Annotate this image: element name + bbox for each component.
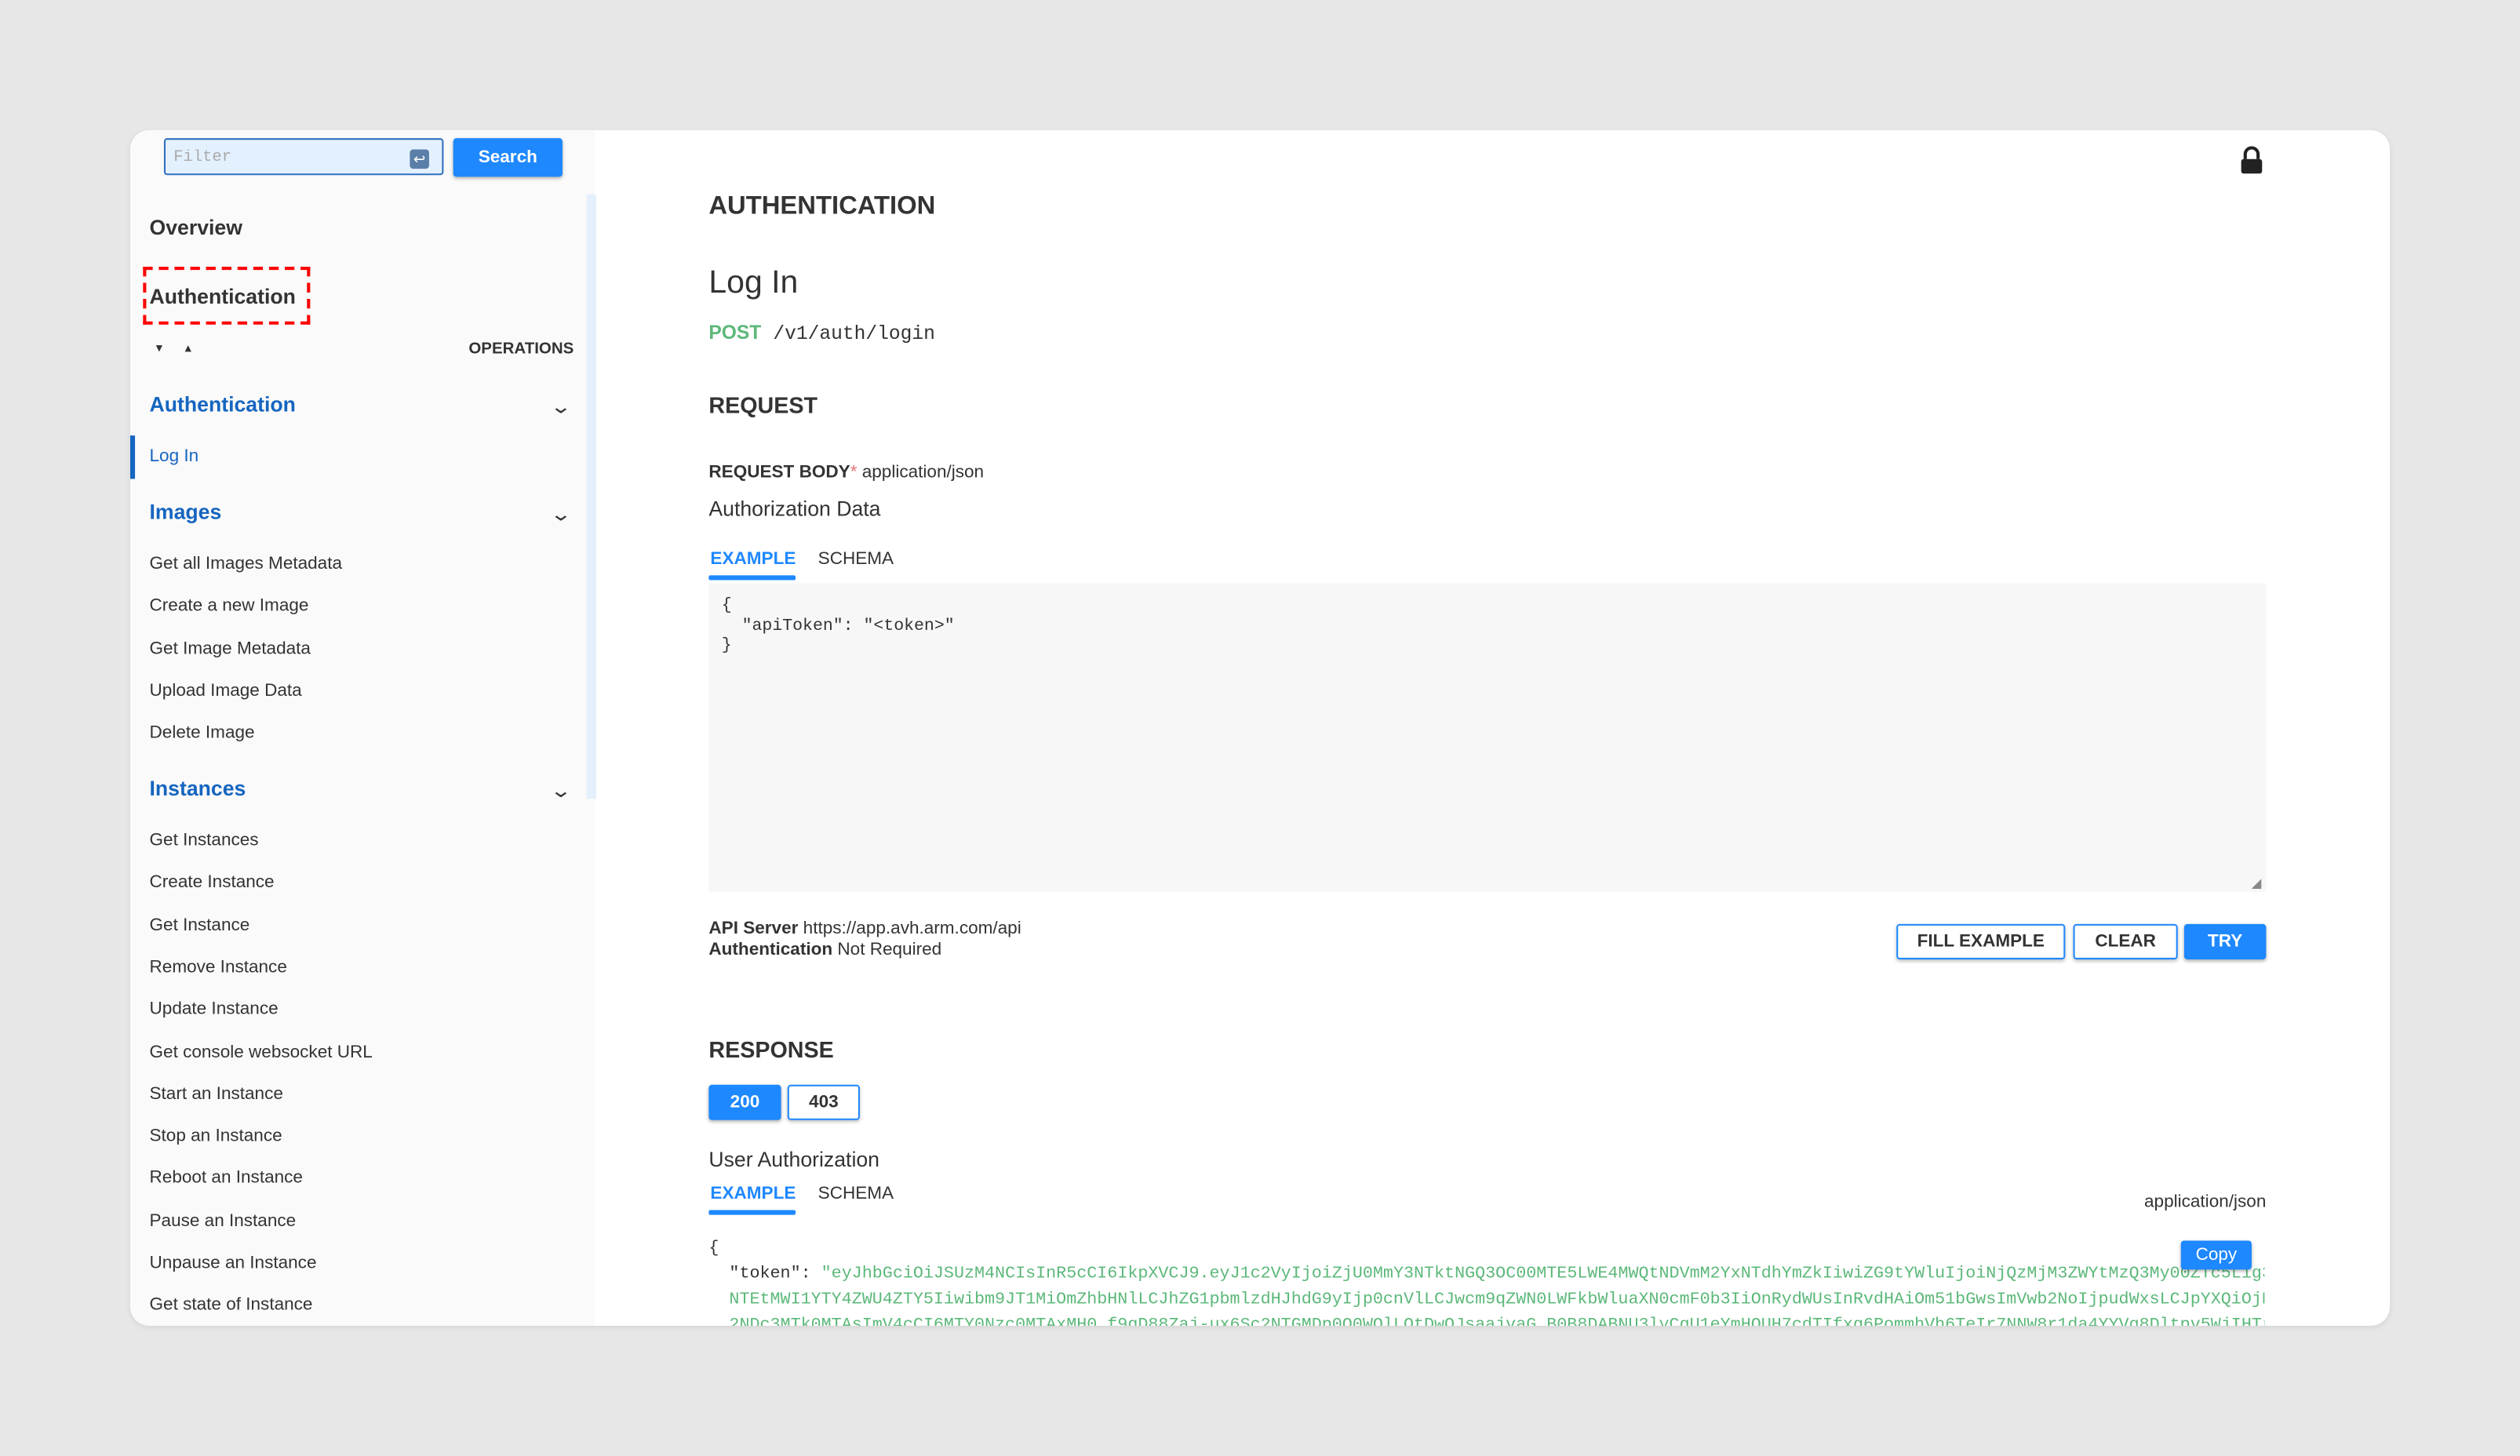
tab-underline (708, 575, 796, 581)
chevron-down-icon[interactable]: ⌄ (550, 395, 573, 418)
api-server-value: https://app.avh.arm.com/api (803, 919, 1021, 939)
sidebar-item[interactable]: Get Image Metadata (150, 639, 311, 658)
sidebar-item[interactable]: Get Instance (150, 915, 250, 935)
request-tab-example[interactable]: EXAMPLE (710, 550, 796, 570)
response-tab-example[interactable]: EXAMPLE (710, 1185, 796, 1204)
sidebar: ↩ Search Overview Authentication ▾ ▴ OPE… (129, 129, 596, 1327)
endpoint-path: /v1/auth/login (773, 322, 935, 346)
response-description: User Authorization (708, 1147, 880, 1172)
collapse-all-icon[interactable]: ▴ (185, 340, 191, 355)
chevron-down-icon[interactable]: ⌄ (550, 503, 573, 526)
response-code-403[interactable]: 403 (787, 1084, 860, 1120)
sidebar-scrollbar[interactable] (586, 194, 596, 799)
filter-field[interactable]: ↩ (163, 138, 444, 176)
request-tab-schema[interactable]: SCHEMA (818, 550, 894, 570)
sidebar-item[interactable]: Create a new Image (150, 597, 309, 617)
endpoint: POST /v1/auth/login (708, 322, 1351, 346)
fill-example-button[interactable]: FILL EXAMPLE (1896, 923, 2066, 959)
sidebar-item[interactable]: Delete Image (150, 723, 255, 743)
request-example-code[interactable]: { "apiToken": "<token>" } (708, 584, 2266, 670)
token-line-2: NTEtMWI1YTY4ZWU4ZTY5Iiwibm9JT1MiOmZhbHNl… (708, 1290, 2265, 1310)
sidebar-item-authentication[interactable]: Authentication (150, 285, 296, 309)
request-content-type: application/json (861, 462, 985, 482)
auth-label: Authentication (708, 940, 833, 959)
response-content-type: application/json (2144, 1192, 2267, 1212)
try-button[interactable]: TRY (2183, 923, 2267, 959)
api-server-label: API Server (708, 919, 799, 939)
operation-title: Log In (708, 265, 799, 301)
sidebar-item[interactable]: Get console websocket URL (150, 1042, 373, 1061)
sidebar-item[interactable]: Start an Instance (150, 1084, 283, 1104)
code-open-brace: { (708, 1239, 719, 1258)
search-button[interactable]: Search (453, 138, 563, 177)
api-docs-window: ↩ Search Overview Authentication ▾ ▴ OPE… (129, 129, 2391, 1327)
sidebar-group-authentication[interactable]: Authentication (150, 392, 296, 417)
token-key: "token": (708, 1265, 821, 1284)
sidebar-item[interactable]: Get state of Instance (150, 1296, 313, 1316)
filter-input[interactable] (165, 141, 407, 176)
expand-all-icon[interactable]: ▾ (156, 340, 162, 355)
sidebar-item[interactable]: Get Instances (150, 831, 259, 850)
request-body-editor[interactable]: { "apiToken": "<token>" } ◢ (708, 583, 2267, 892)
token-line-1: "eyJhbGciOiJSUzM4NCIsInR5cCI6IkpXVCJ9.ey… (821, 1265, 2265, 1284)
sidebar-item[interactable]: Unpause an Instance (150, 1254, 317, 1273)
clear-button[interactable]: CLEAR (2073, 923, 2178, 959)
resize-handle-icon[interactable]: ◢ (2252, 875, 2262, 890)
sidebar-item-overview[interactable]: Overview (150, 215, 242, 239)
response-title: RESPONSE (708, 1036, 834, 1063)
request-info: API Server https://app.avh.arm.com/api A… (708, 919, 1021, 961)
response-tab-schema[interactable]: SCHEMA (818, 1185, 894, 1204)
chevron-down-icon[interactable]: ⌄ (550, 780, 573, 803)
request-description: Authorization Data (708, 496, 881, 521)
copy-button[interactable]: Copy (2180, 1240, 2252, 1270)
response-example-code: { "token": "eyJhbGciOiJSUzM4NCIsInR5cCI6… (708, 1236, 2264, 1326)
sidebar-item[interactable]: Reboot an Instance (150, 1169, 303, 1188)
sidebar-item[interactable]: Pause an Instance (150, 1211, 297, 1231)
required-mark: * (850, 462, 858, 482)
operations-label: OPERATIONS (468, 340, 574, 359)
request-body-label: REQUEST BODY (708, 462, 850, 482)
sidebar-item[interactable]: Create Instance (150, 873, 275, 893)
lock-icon[interactable] (2239, 146, 2265, 183)
active-indicator (129, 435, 136, 479)
token-line-3: 2NDc3MTk0MTAsImV4cCI6MTY0Nzc0MTAxMH0.f9g… (708, 1316, 2265, 1327)
sidebar-item[interactable]: Remove Instance (150, 958, 287, 977)
sidebar-item[interactable]: Get all Images Metadata (150, 555, 342, 574)
sidebar-item[interactable]: Log In (150, 446, 199, 466)
tab-underline (708, 1210, 796, 1215)
request-title: REQUEST (708, 391, 818, 418)
sidebar-item[interactable]: Update Instance (150, 1000, 279, 1020)
sidebar-item[interactable]: Stop an Instance (150, 1127, 282, 1146)
enter-icon[interactable]: ↩ (410, 149, 429, 169)
response-code-200[interactable]: 200 (708, 1084, 781, 1120)
request-body-header: REQUEST BODY* application/json (708, 463, 984, 482)
section-title: AUTHENTICATION (708, 192, 936, 220)
sidebar-group-images[interactable]: Images (150, 500, 222, 524)
sidebar-group-instances[interactable]: Instances (150, 776, 246, 800)
sidebar-item[interactable]: Upload Image Data (150, 681, 302, 701)
auth-value: Not Required (837, 940, 942, 959)
http-method: POST (708, 321, 762, 344)
